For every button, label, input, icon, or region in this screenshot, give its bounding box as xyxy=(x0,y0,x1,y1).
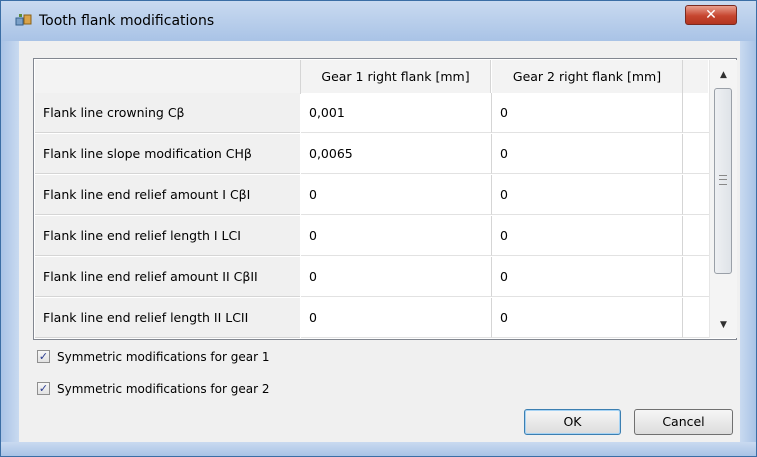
window-frame-bottom xyxy=(1,442,756,456)
cell-relief-length-1-filler xyxy=(683,216,709,256)
ok-button[interactable]: OK xyxy=(524,409,621,435)
column-header-gear2[interactable]: Gear 2 right flank [mm] xyxy=(492,60,683,94)
window-title: Tooth flank modifications xyxy=(39,13,215,29)
modifications-grid: Gear 1 right flank [mm] Gear 2 right fla… xyxy=(33,58,737,340)
scroll-up-icon[interactable]: ▲ xyxy=(710,64,737,86)
cell-relief-length-2-filler xyxy=(683,298,709,338)
close-icon: ✕ xyxy=(705,7,717,23)
cell-relief-length-1-gear2[interactable]: 0 xyxy=(492,216,683,256)
column-header-gear1[interactable]: Gear 1 right flank [mm] xyxy=(301,60,491,94)
symmetric-gear1-checkbox[interactable]: ✓ xyxy=(37,350,50,363)
symmetric-gear2-label: Symmetric modifications for gear 2 xyxy=(57,382,270,396)
cell-relief-length-1-gear1[interactable]: 0 xyxy=(301,216,492,256)
row-header-end-relief-length-2: Flank line end relief length II LCII xyxy=(35,298,300,338)
window-frame-left xyxy=(1,41,19,456)
scroll-thumb[interactable] xyxy=(714,88,732,274)
row-header-end-relief-amount-2: Flank line end relief amount II CβII xyxy=(35,257,300,297)
gear-pair-icon xyxy=(15,14,32,26)
symmetric-gear1-label: Symmetric modifications for gear 1 xyxy=(57,350,270,364)
cell-relief-amount-2-gear2[interactable]: 0 xyxy=(492,257,683,297)
column-header-filler xyxy=(683,60,708,94)
cell-crowning-gear1[interactable]: 0,001 xyxy=(301,93,492,133)
cell-slope-gear1[interactable]: 0,0065 xyxy=(301,134,492,174)
row-header-end-relief-amount-1: Flank line end relief amount I CβI xyxy=(35,175,300,215)
cell-relief-amount-1-gear1[interactable]: 0 xyxy=(301,175,492,215)
cell-relief-length-2-gear2[interactable]: 0 xyxy=(492,298,683,338)
cell-relief-length-2-gear1[interactable]: 0 xyxy=(301,298,492,338)
cell-crowning-filler xyxy=(683,93,709,133)
cell-relief-amount-2-filler xyxy=(683,257,709,297)
dialog-window: Tooth flank modifications ✕ Gear 1 right… xyxy=(0,0,757,457)
row-header-crowning: Flank line crowning Cβ xyxy=(35,93,300,133)
grid-corner xyxy=(35,60,301,94)
title-bar[interactable]: Tooth flank modifications ✕ xyxy=(1,1,756,41)
close-button[interactable]: ✕ xyxy=(685,5,737,25)
grid-vertical-scrollbar[interactable]: ▲ ▼ xyxy=(709,60,737,338)
symmetric-gear2-checkbox[interactable]: ✓ xyxy=(37,382,50,395)
row-header-slope-modification: Flank line slope modification CHβ xyxy=(35,134,300,174)
cell-slope-gear2[interactable]: 0 xyxy=(492,134,683,174)
cell-relief-amount-1-filler xyxy=(683,175,709,215)
cancel-button[interactable]: Cancel xyxy=(634,409,733,435)
row-header-end-relief-length-1: Flank line end relief length I LCI xyxy=(35,216,300,256)
cell-relief-amount-1-gear2[interactable]: 0 xyxy=(492,175,683,215)
scroll-down-icon[interactable]: ▼ xyxy=(710,314,737,336)
window-frame-right xyxy=(740,41,756,456)
scroll-grip-icon xyxy=(719,175,727,185)
cell-slope-filler xyxy=(683,134,709,174)
cell-crowning-gear2[interactable]: 0 xyxy=(492,93,683,133)
cell-relief-amount-2-gear1[interactable]: 0 xyxy=(301,257,492,297)
